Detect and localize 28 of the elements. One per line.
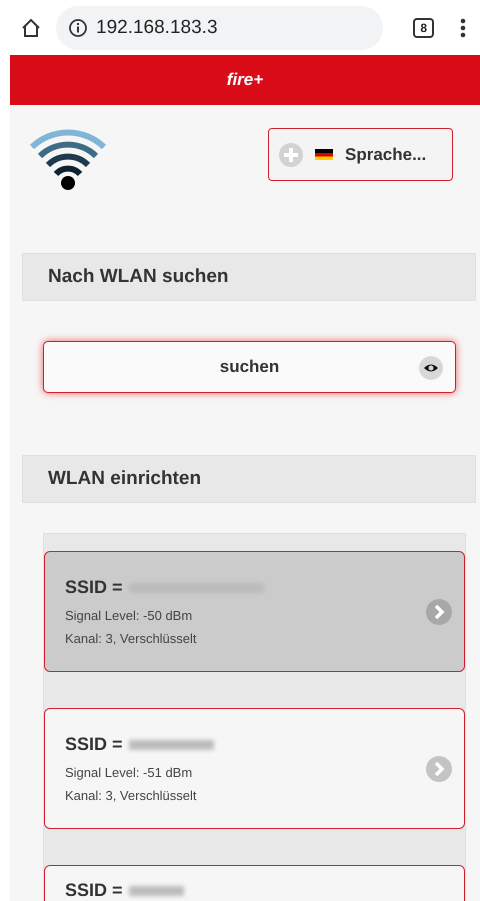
network-card[interactable]: SSID = Signal Level: -50 dBm Kanal: 3, Verschlüsselt bbox=[44, 551, 465, 672]
more-menu-icon[interactable] bbox=[460, 16, 466, 38]
network-card[interactable]: SSID = Signal Level: -51 dBm Kanal: 3, Verschlüsselt bbox=[44, 708, 465, 829]
wifi-logo-icon bbox=[28, 129, 108, 191]
search-button[interactable]: suchen bbox=[43, 341, 456, 393]
channel-text: Kanal: 3, Verschlüsselt bbox=[65, 631, 198, 646]
url-text: 192.168.183.3 bbox=[96, 16, 218, 38]
eye-icon bbox=[419, 356, 443, 380]
chevron-right-icon bbox=[426, 756, 452, 782]
tab-count-button[interactable]: 8 bbox=[413, 18, 434, 38]
flag-icon bbox=[315, 149, 333, 160]
language-button[interactable]: Sprache... bbox=[268, 128, 453, 181]
channel-text: Kanal: 3, Verschlüsselt bbox=[65, 788, 198, 803]
ssid-label: SSID = bbox=[65, 734, 123, 755]
section-title: WLAN einrichten bbox=[48, 468, 202, 490]
blurred-redaction bbox=[128, 886, 184, 896]
ssid-label: SSID = bbox=[65, 880, 123, 901]
address-bar[interactable]: 192.168.183.3 bbox=[56, 6, 384, 50]
home-icon[interactable] bbox=[20, 16, 42, 38]
signal-level-text: Signal Level: -50 dBm bbox=[65, 608, 194, 623]
section-title: Nach WLAN suchen bbox=[48, 266, 229, 288]
signal-level-text: Signal Level: -51 dBm bbox=[65, 765, 194, 780]
plus-icon bbox=[279, 142, 303, 166]
info-icon[interactable] bbox=[68, 18, 88, 38]
ssid-label: SSID = bbox=[65, 577, 123, 598]
chevron-right-icon bbox=[426, 598, 452, 624]
app-title: fire+ bbox=[226, 70, 264, 90]
network-card[interactable]: SSID = bbox=[44, 865, 465, 901]
